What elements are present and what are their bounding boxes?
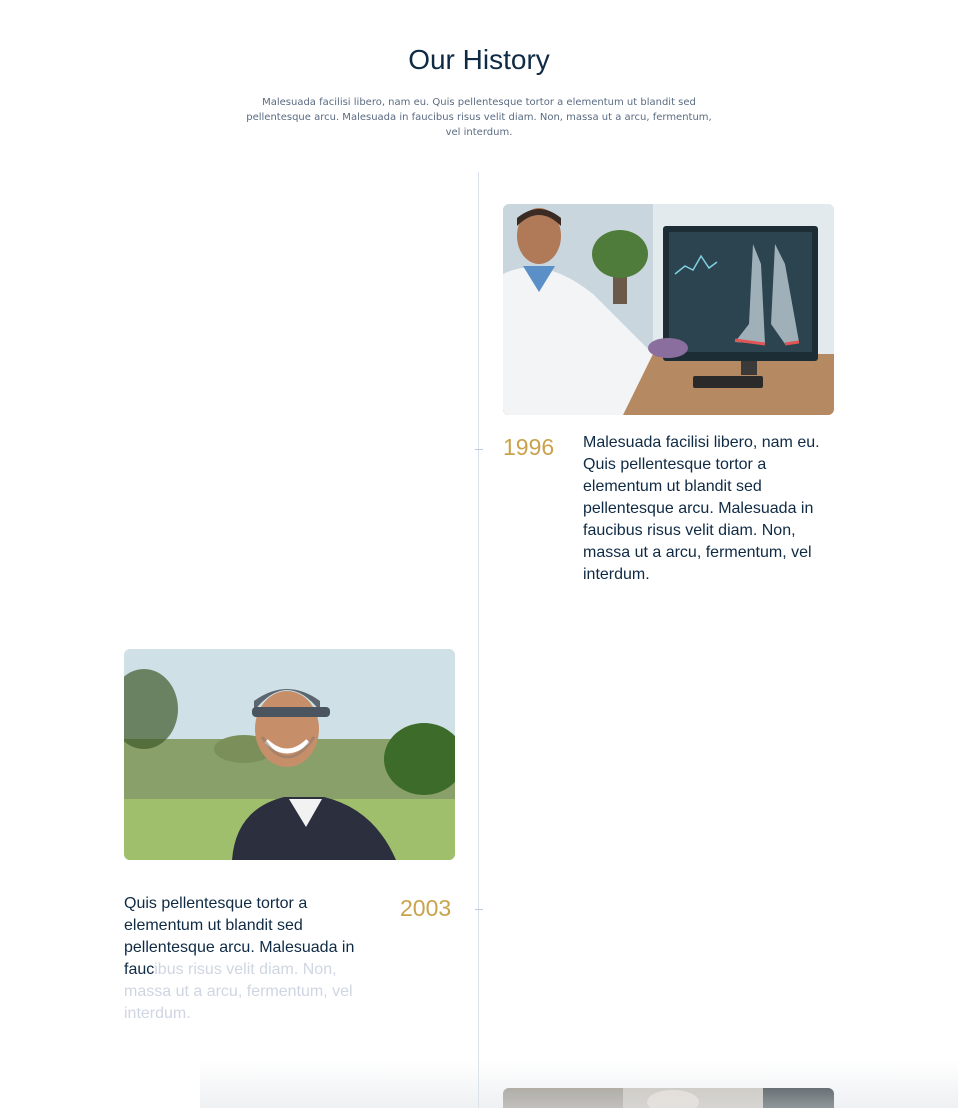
entry-2003-description-faded: ibus risus velit diam. Non, massa ut a a… (124, 961, 353, 1022)
timeline-line (478, 172, 479, 1108)
golfer-photo (124, 649, 455, 860)
timeline-tick-1996 (475, 449, 483, 450)
year-2003: 2003 (400, 895, 452, 921)
bottom-shadow (200, 1060, 958, 1108)
entry-2003-description: Quis pellentesque tortor a elementum ut … (124, 893, 369, 1025)
year-1996: 1996 (503, 434, 555, 460)
timeline-tick-2003 (475, 909, 483, 910)
page-title: Our History (408, 44, 550, 75)
entry-1996-description: Malesuada facilisi libero, nam eu. Quis … (583, 434, 820, 583)
doctor-xray-photo (503, 204, 834, 415)
section-intro: Malesuada facilisi libero, nam eu. Quis … (246, 97, 712, 138)
